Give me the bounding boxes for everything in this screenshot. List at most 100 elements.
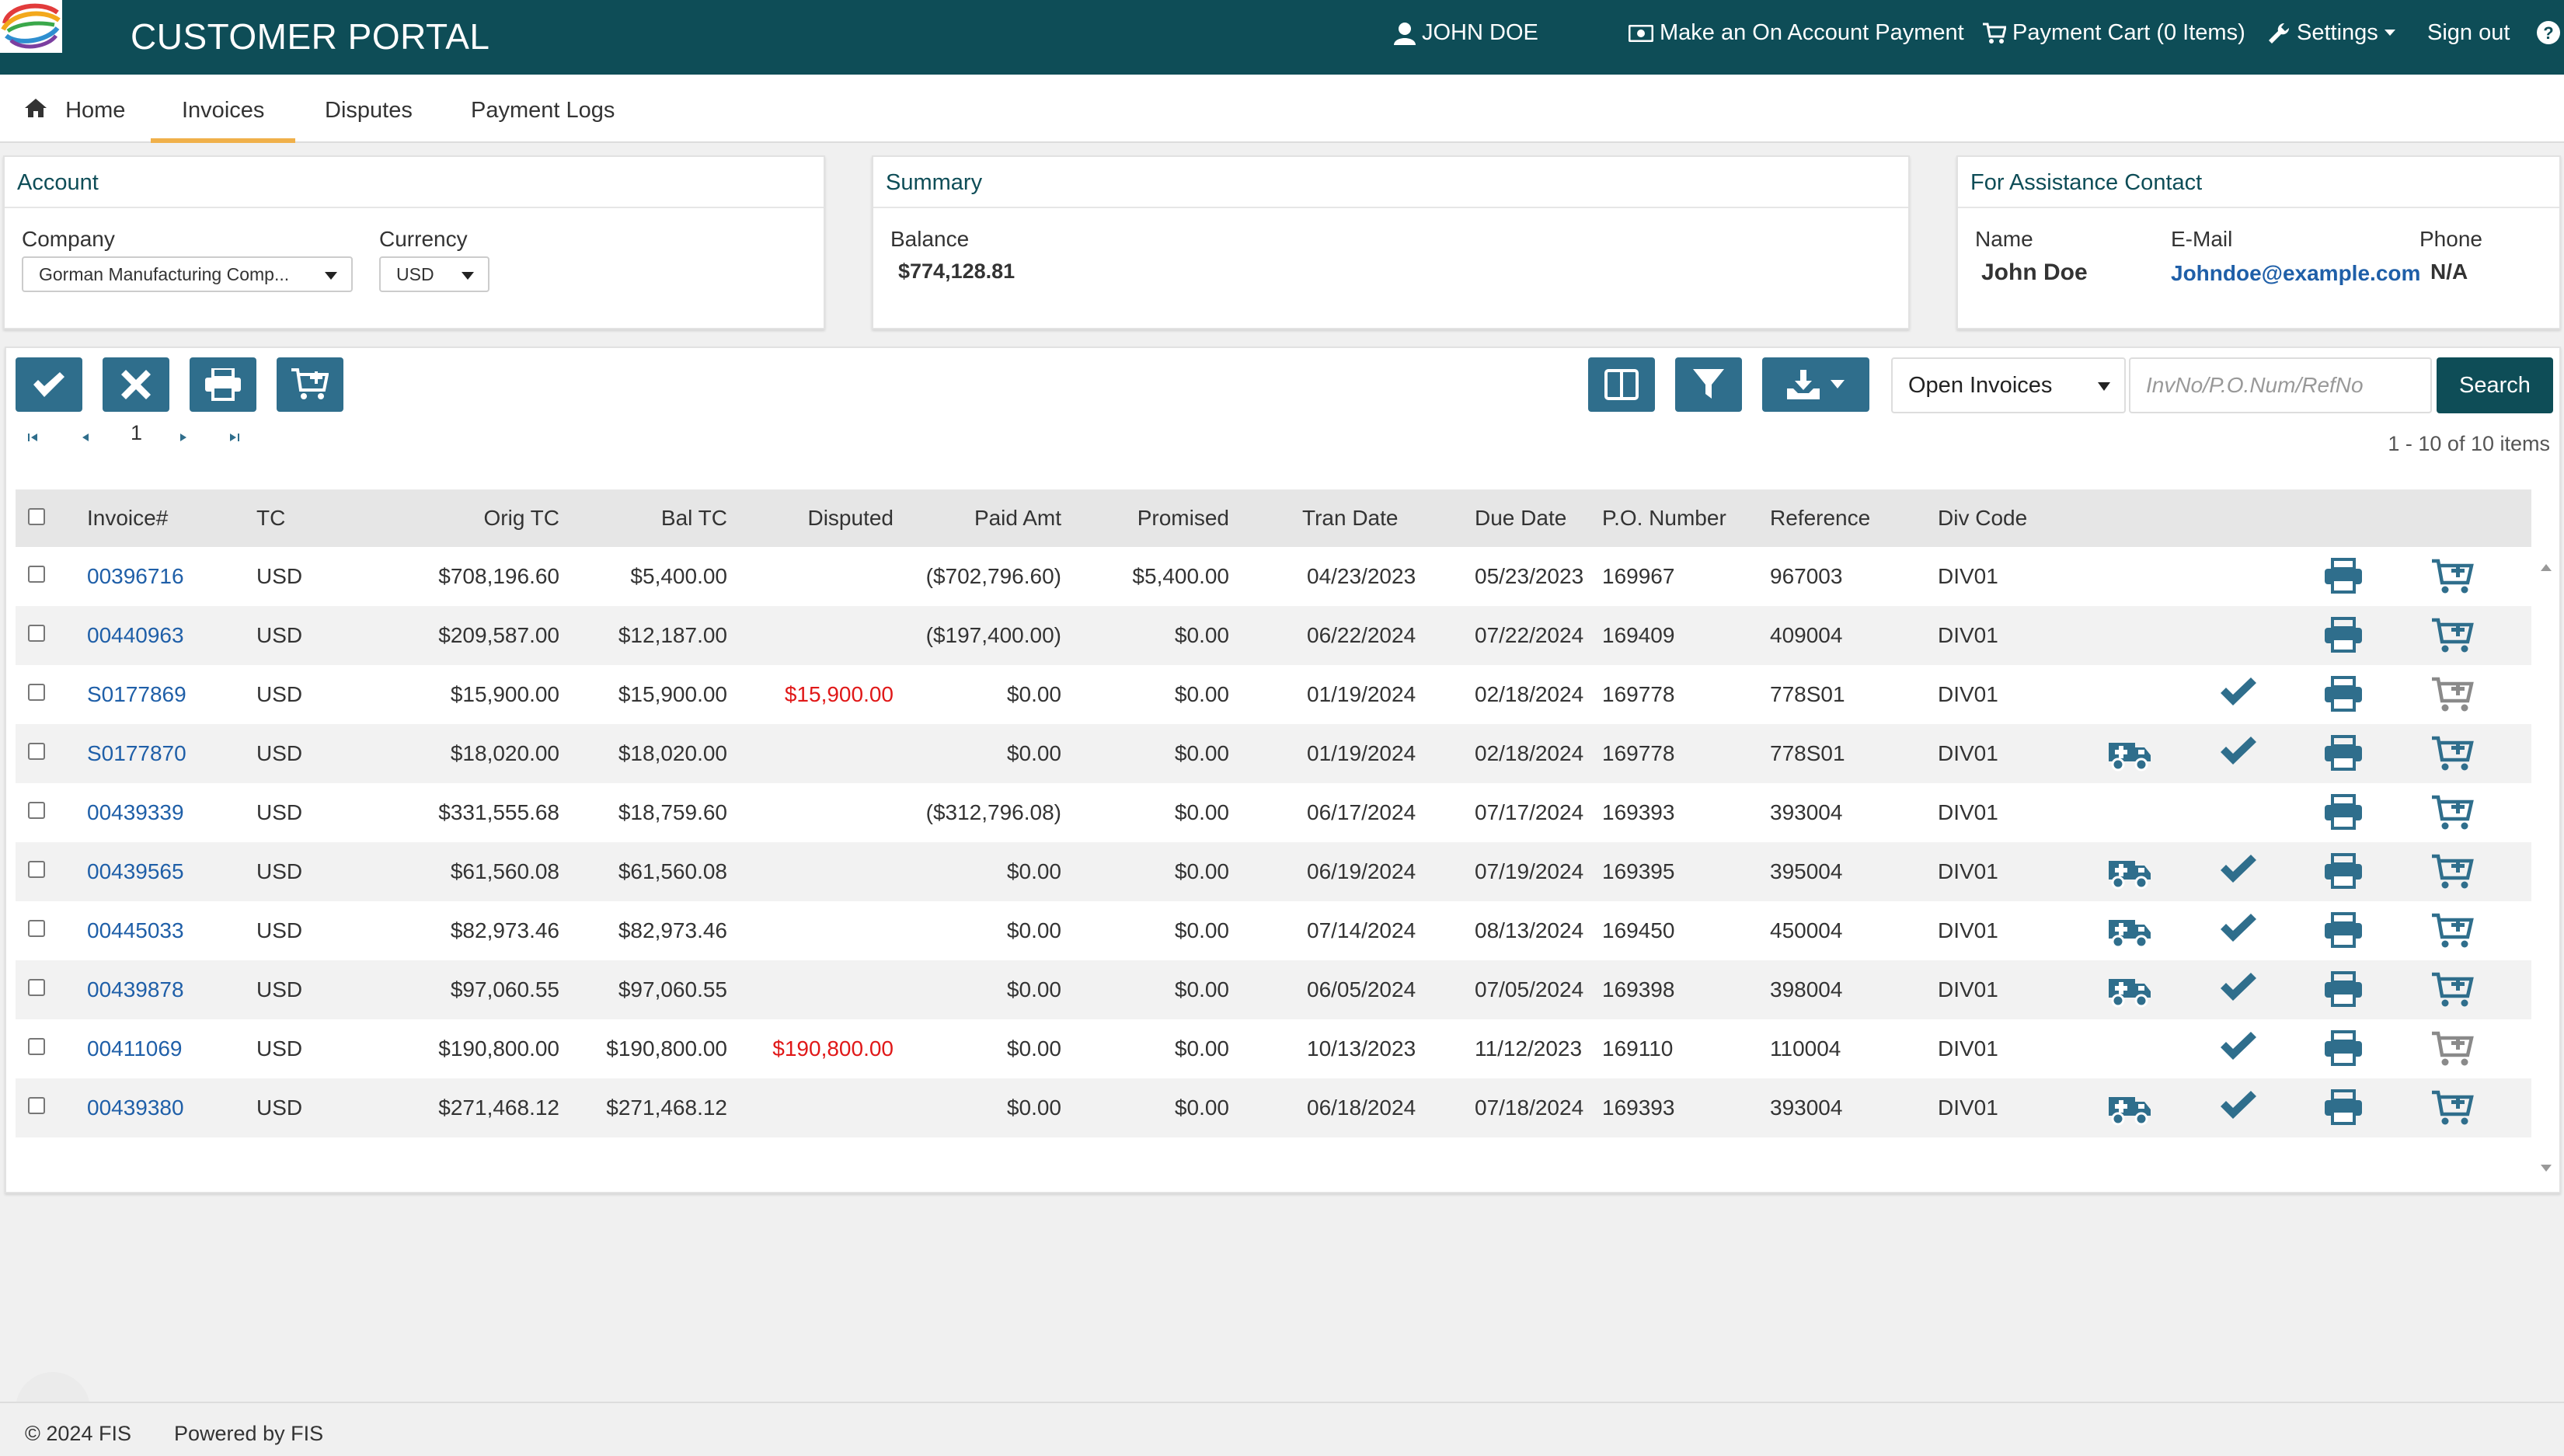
cart-plus-icon[interactable] bbox=[2430, 735, 2474, 772]
printer-icon[interactable] bbox=[2323, 558, 2364, 595]
ambulance-icon[interactable] bbox=[2107, 1089, 2152, 1127]
filter-button[interactable] bbox=[1675, 357, 1742, 412]
settings-menu[interactable]: Settings bbox=[2267, 20, 2395, 46]
table-row[interactable]: S0177869 USD $15,900.00 $15,900.00 $15,900.0… bbox=[16, 665, 2531, 724]
col-promised[interactable]: Promised bbox=[1074, 489, 1229, 547]
first-page-button[interactable] bbox=[28, 426, 40, 448]
printer-icon[interactable] bbox=[2323, 912, 2364, 949]
reject-button[interactable] bbox=[103, 357, 169, 412]
col-po-number[interactable]: P.O. Number bbox=[1602, 489, 1726, 547]
col-paid-amt[interactable]: Paid Amt bbox=[906, 489, 1061, 547]
invoice-status-select[interactable]: Open Invoices bbox=[1891, 357, 2126, 413]
check-icon[interactable] bbox=[2219, 853, 2258, 884]
col-bal-tc[interactable]: Bal TC bbox=[572, 489, 727, 547]
table-row[interactable]: 00440963 USD $209,587.00 $12,187.00 ($197,40… bbox=[16, 606, 2531, 665]
table-row[interactable]: S0177870 USD $18,020.00 $18,020.00 $0.00 $0.0… bbox=[16, 724, 2531, 783]
col-div-code[interactable]: Div Code bbox=[1938, 489, 2027, 547]
next-page-button[interactable] bbox=[179, 426, 188, 448]
cart-plus-icon[interactable] bbox=[2430, 617, 2474, 654]
check-icon[interactable] bbox=[2219, 971, 2258, 1002]
payment-cart-link[interactable]: Payment Cart (0 Items) bbox=[1983, 20, 2245, 46]
ambulance-icon[interactable] bbox=[2107, 912, 2152, 949]
invoice-link[interactable]: 00439565 bbox=[87, 842, 184, 901]
cart-plus-icon[interactable] bbox=[2430, 794, 2474, 831]
invoice-link[interactable]: S0177869 bbox=[87, 665, 186, 724]
printer-icon[interactable] bbox=[2323, 676, 2364, 713]
cart-plus-icon[interactable] bbox=[2430, 1089, 2474, 1127]
cart-plus-icon[interactable] bbox=[2430, 912, 2474, 949]
table-row[interactable]: 00445033 USD $82,973.46 $82,973.46 $0.00 $0.0… bbox=[16, 901, 2531, 960]
column-layout-button[interactable] bbox=[1588, 357, 1655, 412]
search-input[interactable]: InvNo/P.O.Num/RefNo bbox=[2129, 357, 2432, 413]
printer-icon[interactable] bbox=[2323, 1089, 2364, 1127]
row-checkbox[interactable] bbox=[28, 861, 45, 878]
row-checkbox[interactable] bbox=[28, 1038, 45, 1055]
printer-icon[interactable] bbox=[2323, 735, 2364, 772]
cart-plus-icon[interactable] bbox=[2430, 1030, 2474, 1068]
last-page-button[interactable] bbox=[227, 426, 239, 448]
table-row[interactable]: 00439380 USD $271,468.12 $271,468.12 $0.00 $0… bbox=[16, 1078, 2531, 1137]
tab-payment-logs[interactable]: Payment Logs bbox=[471, 75, 615, 143]
row-checkbox[interactable] bbox=[28, 920, 45, 937]
tab-home[interactable]: Home bbox=[23, 75, 125, 143]
invoice-link[interactable]: 00440963 bbox=[87, 606, 184, 665]
print-button[interactable] bbox=[190, 357, 256, 412]
tab-disputes[interactable]: Disputes bbox=[325, 75, 413, 143]
help-button[interactable]: ? bbox=[2536, 20, 2561, 45]
scroll-up-icon[interactable] bbox=[2541, 564, 2552, 571]
table-row[interactable]: 00439565 USD $61,560.08 $61,560.08 $0.00 $0.0… bbox=[16, 842, 2531, 901]
ambulance-icon[interactable] bbox=[2107, 971, 2152, 1008]
scroll-down-icon[interactable] bbox=[2541, 1165, 2552, 1172]
row-checkbox[interactable] bbox=[28, 979, 45, 996]
col-reference[interactable]: Reference bbox=[1770, 489, 1870, 547]
table-scrollbar[interactable] bbox=[2534, 547, 2558, 1192]
tab-invoices[interactable]: Invoices bbox=[150, 75, 296, 143]
table-row[interactable]: 00439878 USD $97,060.55 $97,060.55 $0.00 $0.0… bbox=[16, 960, 2531, 1019]
invoice-link[interactable]: 00439339 bbox=[87, 783, 184, 842]
company-logo[interactable] bbox=[0, 0, 62, 53]
search-button[interactable]: Search bbox=[2437, 357, 2553, 413]
invoice-link[interactable]: 00411069 bbox=[87, 1019, 183, 1078]
table-row[interactable]: 00411069 USD $190,800.00 $190,800.00 $190,80… bbox=[16, 1019, 2531, 1078]
printer-icon[interactable] bbox=[2323, 794, 2364, 831]
col-orig-tc[interactable]: Orig TC bbox=[404, 489, 560, 547]
check-icon[interactable] bbox=[2219, 676, 2258, 707]
contact-email-link[interactable]: Johndoe@example.com bbox=[2171, 261, 2420, 286]
row-checkbox[interactable] bbox=[28, 684, 45, 701]
row-checkbox[interactable] bbox=[28, 743, 45, 760]
cart-plus-icon[interactable] bbox=[2430, 971, 2474, 1008]
row-checkbox[interactable] bbox=[28, 802, 45, 819]
currency-select[interactable]: USD bbox=[379, 256, 489, 292]
col-disputed[interactable]: Disputed bbox=[738, 489, 894, 547]
ambulance-icon[interactable] bbox=[2107, 735, 2152, 772]
invoice-link[interactable]: S0177870 bbox=[87, 724, 186, 783]
user-menu[interactable]: JOHN DOE bbox=[1394, 20, 1538, 46]
cart-plus-icon[interactable] bbox=[2430, 558, 2474, 595]
invoice-link[interactable]: 00445033 bbox=[87, 901, 184, 960]
company-select[interactable]: Gorman Manufacturing Comp... bbox=[22, 256, 353, 292]
select-all-checkbox[interactable] bbox=[28, 508, 45, 525]
ambulance-icon[interactable] bbox=[2107, 853, 2152, 890]
check-icon[interactable] bbox=[2219, 912, 2258, 943]
row-checkbox[interactable] bbox=[28, 1097, 45, 1114]
check-icon[interactable] bbox=[2219, 1089, 2258, 1120]
cart-plus-icon[interactable] bbox=[2430, 676, 2474, 713]
download-menu-button[interactable] bbox=[1762, 357, 1869, 412]
printer-icon[interactable] bbox=[2323, 971, 2364, 1008]
printer-icon[interactable] bbox=[2323, 1030, 2364, 1068]
invoice-link[interactable]: 00396716 bbox=[87, 547, 184, 606]
row-checkbox[interactable] bbox=[28, 566, 45, 583]
col-tc[interactable]: TC bbox=[256, 489, 285, 547]
invoice-link[interactable]: 00439380 bbox=[87, 1078, 184, 1137]
invoice-link[interactable]: 00439878 bbox=[87, 960, 184, 1019]
on-account-payment-link[interactable]: Make an On Account Payment bbox=[1629, 20, 1964, 46]
col-tran-date[interactable]: Tran Date bbox=[1302, 489, 1398, 547]
check-icon[interactable] bbox=[2219, 1030, 2258, 1061]
sign-out-link[interactable]: Sign out bbox=[2427, 20, 2510, 46]
printer-icon[interactable] bbox=[2323, 853, 2364, 890]
row-checkbox[interactable] bbox=[28, 625, 45, 642]
printer-icon[interactable] bbox=[2323, 617, 2364, 654]
check-icon[interactable] bbox=[2219, 735, 2258, 766]
cart-plus-icon[interactable] bbox=[2430, 853, 2474, 890]
approve-button[interactable] bbox=[16, 357, 82, 412]
